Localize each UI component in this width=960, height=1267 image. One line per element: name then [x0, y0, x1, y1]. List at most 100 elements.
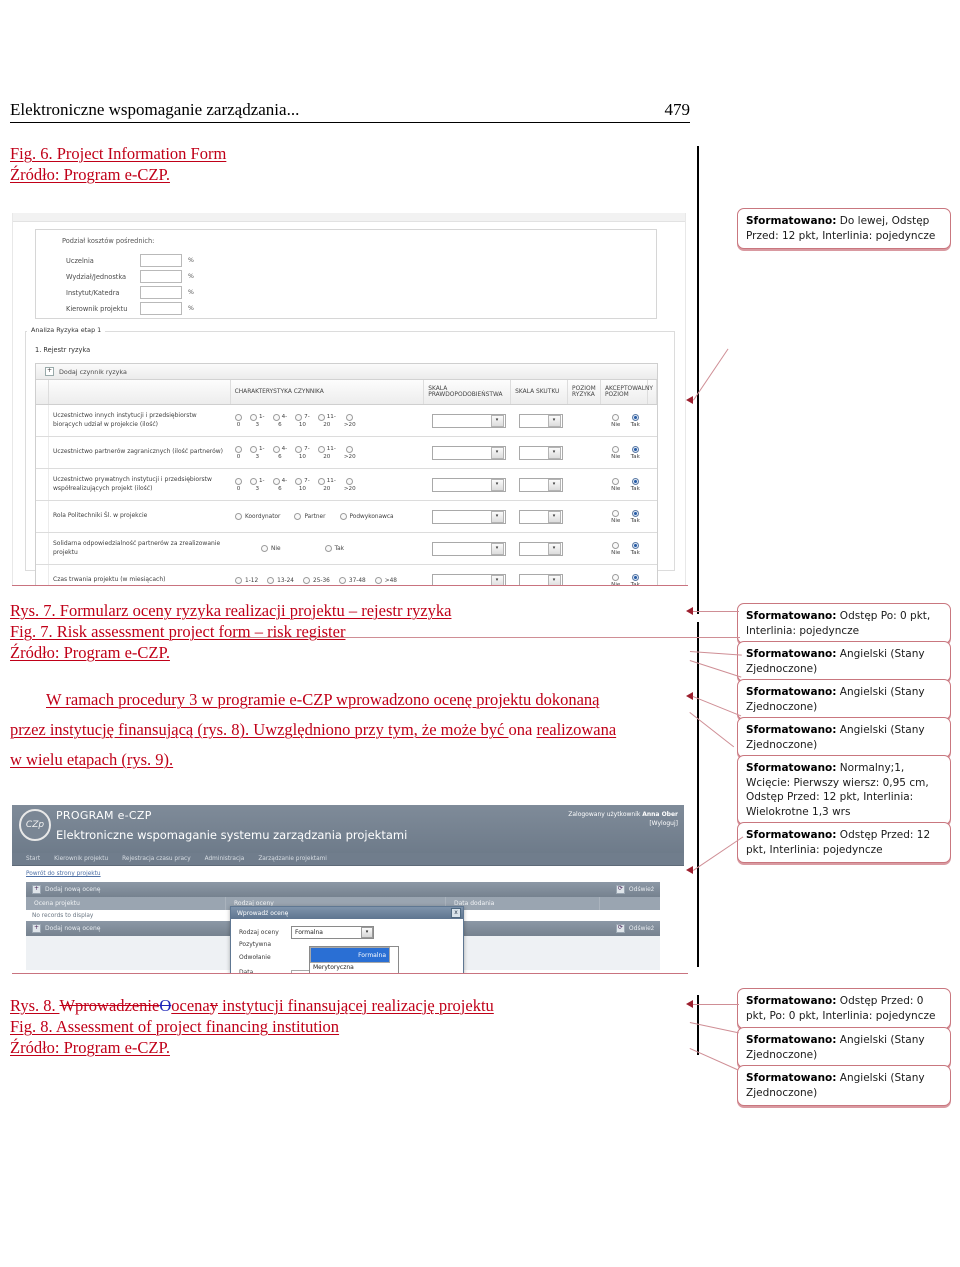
row-spacer: [36, 405, 49, 436]
cost-input[interactable]: [140, 286, 182, 299]
count-options: 0 1- 3 4- 6 7- 10 11- 20 >20: [231, 469, 425, 500]
count-option[interactable]: 4- 6: [272, 413, 287, 428]
nav-item-start[interactable]: Start: [26, 856, 40, 862]
probability-select[interactable]: ▾: [431, 477, 506, 492]
comment-balloon[interactable]: Sformatowano: Normalny;1, Wcięcie: Pierw…: [737, 755, 951, 825]
count-option[interactable]: >20: [344, 477, 356, 492]
count-option[interactable]: 4- 6: [272, 445, 287, 460]
count-option[interactable]: 1- 3: [250, 413, 265, 428]
dropdown-option-formalna[interactable]: Formalna: [310, 947, 390, 963]
duration-option[interactable]: 13-24: [267, 577, 294, 584]
acceptable-yes[interactable]: Tak: [631, 509, 640, 524]
comment-balloon[interactable]: Sformatowano: Angielski (Stany Zjednoczo…: [737, 717, 951, 758]
rodzaj-oceny-dropdown-list[interactable]: Formalna Merytoryczna Przyjęto do finans…: [309, 946, 399, 973]
probability-select[interactable]: ▾: [431, 573, 506, 585]
dropdown-option-merytoryczna[interactable]: Merytoryczna: [310, 963, 398, 972]
figure8-underline: [12, 973, 688, 974]
count-option[interactable]: 1- 3: [250, 477, 265, 492]
add-risk-factor-button[interactable]: + Dodaj czynnik ryzyka: [36, 364, 657, 380]
acceptable-yes[interactable]: Tak: [631, 445, 640, 460]
count-option[interactable]: >20: [344, 413, 356, 428]
yesno-option-yes[interactable]: Tak: [324, 545, 344, 552]
duration-option[interactable]: 37-48: [338, 577, 366, 584]
count-option[interactable]: 7- 10: [295, 445, 310, 460]
role-option[interactable]: Koordynator: [235, 513, 280, 520]
acceptable-no[interactable]: Nie: [611, 477, 620, 492]
acceptable-no[interactable]: Nie: [611, 573, 620, 585]
acceptable-cell: Nie Tak: [602, 533, 649, 564]
refresh-button-bottom[interactable]: ⟳ Odśwież: [615, 924, 654, 933]
chevron-down-icon: ▾: [547, 414, 561, 427]
refresh-button-top[interactable]: ⟳ Odśwież: [615, 885, 654, 894]
probability-select[interactable]: ▾: [431, 509, 506, 524]
count-option[interactable]: 11- 20: [317, 445, 336, 460]
grid-col-data[interactable]: Data dodania: [446, 897, 600, 910]
figure7-screenshot: Podział kosztów pośrednich: Uczelnia % W…: [12, 213, 686, 585]
nav-item-kierownik[interactable]: Kierownik projektu: [54, 856, 108, 862]
count-option[interactable]: 0: [235, 477, 242, 492]
comment-balloon[interactable]: Sformatowano: Angielski (Stany Zjednoczo…: [737, 1065, 951, 1106]
dropdown-option-przyjeto[interactable]: Przyjęto do finansowania: [310, 972, 398, 973]
risk-level-cell: [569, 437, 602, 468]
acceptable-no[interactable]: Nie: [611, 445, 620, 460]
comment-balloon[interactable]: Sformatowano: Angielski (Stany Zjednoczo…: [737, 679, 951, 720]
comment-balloon[interactable]: Sformatowano: Odstęp Przed: 12 pkt, Inte…: [737, 822, 951, 863]
add-rating-button-bottom[interactable]: + Dodaj nową ocenę: [32, 924, 100, 933]
impact-select[interactable]: ▾: [518, 541, 563, 556]
header-rule: [10, 122, 690, 123]
logout-link[interactable]: [Wyloguj]: [649, 820, 678, 827]
impact-select[interactable]: ▾: [518, 413, 563, 428]
duration-option[interactable]: 25-36: [303, 577, 330, 584]
duration-option[interactable]: 1-12: [235, 577, 258, 584]
acceptable-yes[interactable]: Tak: [631, 477, 640, 492]
acceptable-no[interactable]: Nie: [611, 541, 620, 556]
comment-balloon[interactable]: Sformatowano: Odstęp Po: 0 pkt, Interlin…: [737, 603, 951, 644]
role-option[interactable]: Podwykonawca: [339, 513, 394, 520]
impact-select[interactable]: ▾: [518, 477, 563, 492]
acceptable-yes[interactable]: Tak: [631, 573, 640, 585]
impact-select[interactable]: ▾: [518, 573, 563, 585]
acceptable-no[interactable]: Nie: [611, 413, 620, 428]
yesno-option-no[interactable]: Nie: [261, 545, 281, 552]
comment-balloon[interactable]: Sformatowano: Do lewej, Odstęp Przed: 12…: [737, 208, 951, 249]
cost-input[interactable]: [140, 270, 182, 283]
back-to-project-link[interactable]: Powrót do strony projektu: [26, 871, 101, 877]
acceptable-yes[interactable]: Tak: [631, 541, 640, 556]
count-option[interactable]: 0: [235, 413, 242, 428]
leader-line: [230, 637, 740, 638]
cost-input[interactable]: [140, 302, 182, 315]
nav-item-rejestracja[interactable]: Rejestracja czasu pracy: [122, 856, 190, 862]
probability-cell: ▾: [425, 565, 512, 585]
acceptable-no[interactable]: Nie: [611, 509, 620, 524]
impact-select[interactable]: ▾: [518, 509, 563, 524]
duration-option[interactable]: >48: [374, 577, 397, 584]
count-option[interactable]: 7- 10: [295, 477, 310, 492]
count-option[interactable]: >20: [344, 445, 356, 460]
count-option[interactable]: 11- 20: [317, 413, 336, 428]
row-spacer: [36, 469, 49, 500]
add-rating-button[interactable]: + Dodaj nową ocenę: [32, 885, 100, 894]
comment-balloon[interactable]: Sformatowano: Odstęp Przed: 0 pkt, Po: 0…: [737, 988, 951, 1029]
comment-balloon[interactable]: Sformatowano: Angielski (Stany Zjednoczo…: [737, 1027, 951, 1068]
close-icon[interactable]: x: [451, 908, 461, 918]
impact-select[interactable]: ▾: [518, 445, 563, 460]
role-option[interactable]: Partner: [294, 513, 326, 520]
nav-item-zarzadzanie[interactable]: Zarządzanie projektami: [258, 856, 327, 862]
count-option[interactable]: 1- 3: [250, 445, 265, 460]
count-option[interactable]: 11- 20: [317, 477, 336, 492]
count-option[interactable]: 4- 6: [272, 477, 287, 492]
row-label: Rola Politechniki Śl. w projekcie: [53, 512, 148, 520]
count-option[interactable]: 7- 10: [295, 413, 310, 428]
nav-item-administracja[interactable]: Administracja: [205, 856, 245, 862]
probability-select[interactable]: ▾: [431, 541, 506, 556]
cost-input[interactable]: [140, 254, 182, 267]
grid-col-ocena[interactable]: Ocena projektu: [26, 897, 226, 910]
rodzaj-oceny-select[interactable]: Formalna ▾: [291, 926, 374, 939]
count-option[interactable]: 0: [235, 445, 242, 460]
dialog-titlebar: Wprowadź ocenę x: [231, 907, 463, 919]
probability-select[interactable]: ▾: [431, 445, 506, 460]
change-bar-top: [697, 146, 699, 614]
comment-balloon[interactable]: Sformatowano: Angielski (Stany Zjednoczo…: [737, 641, 951, 682]
acceptable-yes[interactable]: Tak: [631, 413, 640, 428]
probability-select[interactable]: ▾: [431, 413, 506, 428]
